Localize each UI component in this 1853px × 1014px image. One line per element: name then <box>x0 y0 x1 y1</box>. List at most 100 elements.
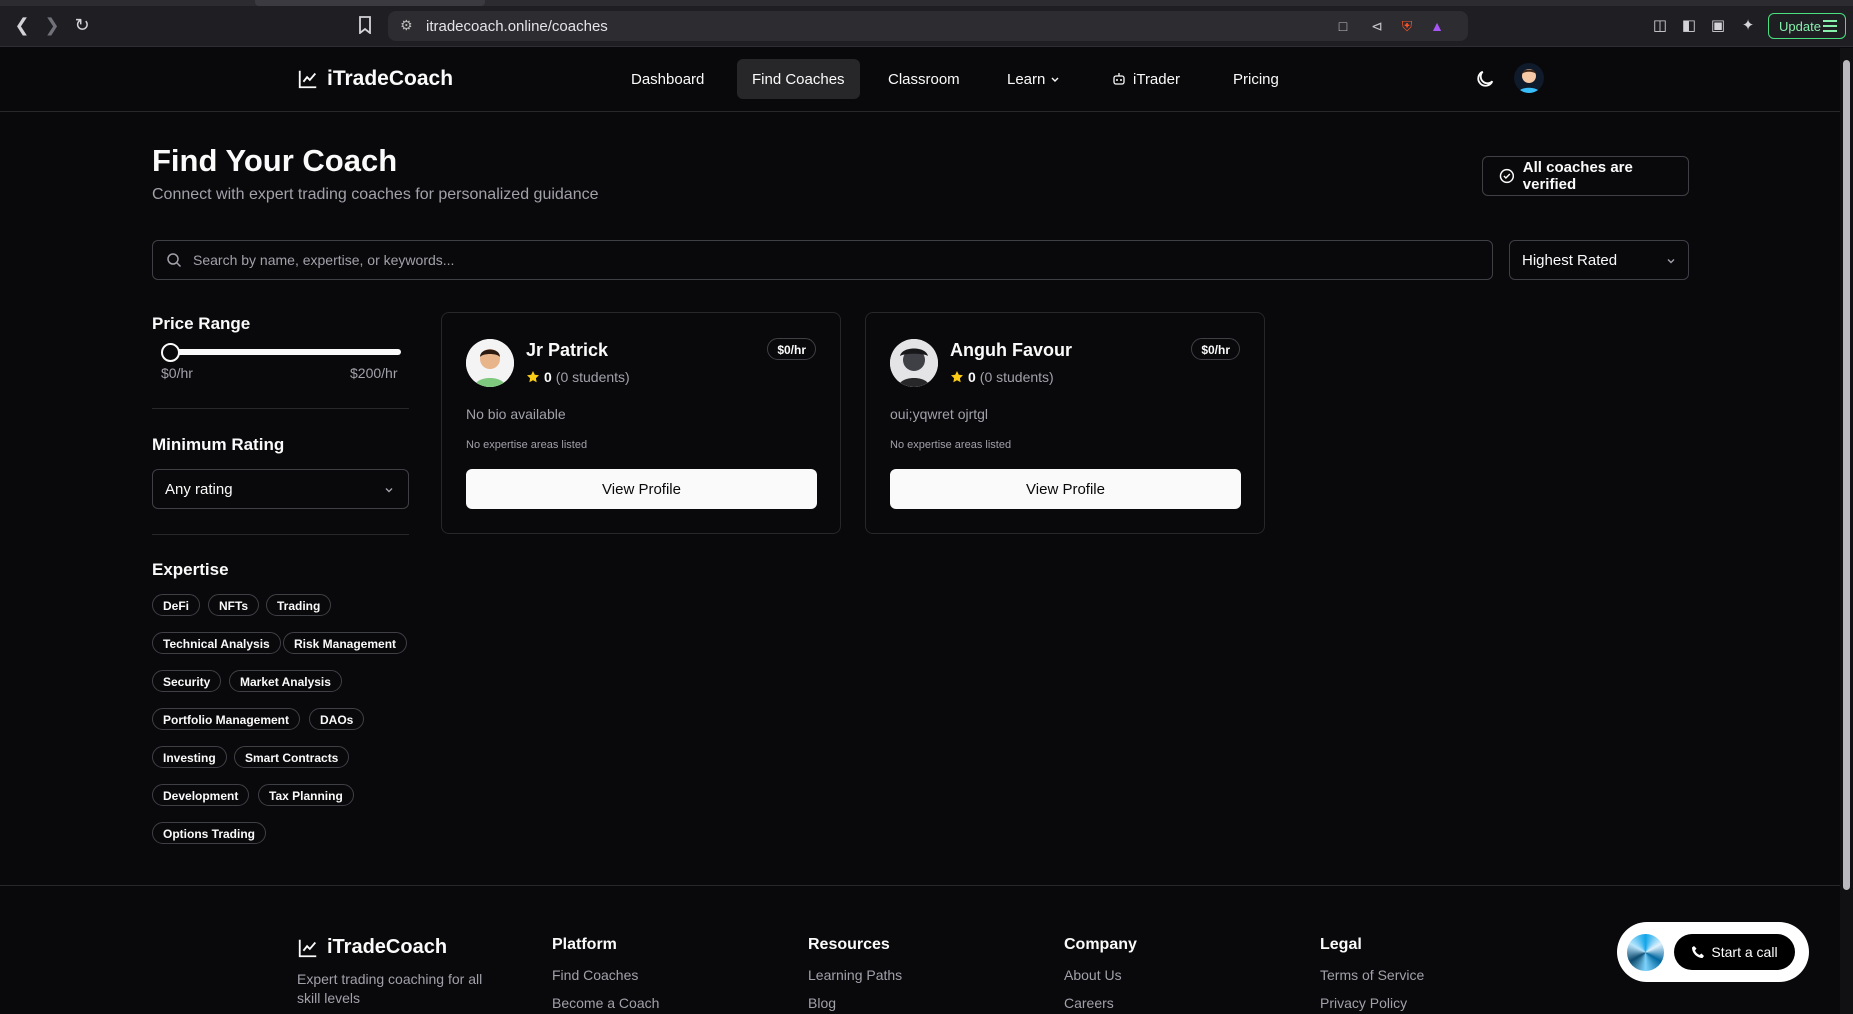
search-input[interactable] <box>193 249 1473 271</box>
check-circle-icon <box>1499 168 1515 184</box>
wallet-icon[interactable]: ▣ <box>1706 13 1730 37</box>
price-slider-thumb[interactable] <box>161 343 180 362</box>
footer-link[interactable]: About Us <box>1064 967 1122 983</box>
verified-badge-label: All coaches are verified <box>1522 159 1633 193</box>
rating-value: 0 <box>968 369 976 385</box>
call-widget: Start a call <box>1617 922 1809 982</box>
phone-icon <box>1692 946 1705 958</box>
sidebar-icon[interactable]: ◧ <box>1677 13 1701 37</box>
footer-link[interactable]: Learning Paths <box>808 967 902 983</box>
nav-find-coaches[interactable]: Find Coaches <box>737 59 860 99</box>
user-avatar[interactable] <box>1514 63 1544 93</box>
expertise-chip[interactable]: Options Trading <box>152 822 266 844</box>
divider <box>152 408 409 409</box>
coach-bio: No bio available <box>466 406 566 422</box>
start-call-button[interactable]: Start a call <box>1674 934 1795 970</box>
address-bar[interactable]: ⚙ itradecoach.online/coaches □ ⊲ ⛨ ▲ <box>388 11 1468 41</box>
extensions-icon[interactable]: ◫ <box>1648 13 1672 37</box>
chevron-down-icon <box>385 488 393 493</box>
view-profile-button[interactable]: View Profile <box>890 469 1241 509</box>
expertise-chip[interactable]: Development <box>152 784 250 806</box>
footer-link[interactable]: Find Coaches <box>552 967 638 983</box>
coach-expertise-note: No expertise areas listed <box>890 439 1012 451</box>
price-min-label: $0/hr <box>161 365 193 381</box>
nav-learn[interactable]: Learn <box>992 59 1075 99</box>
expertise-chip[interactable]: Risk Management <box>283 632 408 654</box>
sort-select-value: Highest Rated <box>1522 252 1618 269</box>
url-text: itradecoach.online/coaches <box>426 18 608 35</box>
site-header: iTradeCoach Dashboard Find Coaches Class… <box>0 48 1840 112</box>
sort-select[interactable]: Highest Rated <box>1509 240 1689 280</box>
expertise-chip[interactable]: DeFi <box>152 594 201 616</box>
page-scrollbar[interactable] <box>1840 48 1853 1014</box>
minimum-rating-heading: Minimum Rating <box>152 435 285 454</box>
footer-brand-name: iTradeCoach <box>327 936 448 958</box>
expertise-chip[interactable]: Trading <box>266 594 332 616</box>
expertise-chip[interactable]: Tax Planning <box>258 784 354 806</box>
update-button[interactable]: Update <box>1768 13 1846 39</box>
chart-line-icon <box>298 70 317 89</box>
search-box[interactable] <box>152 240 1493 280</box>
footer-link[interactable]: Terms of Service <box>1320 967 1424 983</box>
expertise-chip[interactable]: NFTs <box>208 594 260 616</box>
share-icon[interactable]: ⊲ <box>1368 17 1386 35</box>
view-profile-button[interactable]: View Profile <box>466 469 817 509</box>
expertise-heading: Expertise <box>152 560 229 579</box>
bookmark-icon[interactable] <box>353 13 377 37</box>
expertise-chip[interactable]: Technical Analysis <box>152 632 281 654</box>
divider <box>152 534 409 535</box>
footer-link[interactable]: Blog <box>808 995 836 1011</box>
nav-classroom[interactable]: Classroom <box>873 59 975 99</box>
moon-icon[interactable] <box>1474 68 1496 90</box>
leo-ai-icon[interactable]: ✦ <box>1736 13 1760 37</box>
coach-expertise-note: No expertise areas listed <box>466 439 588 451</box>
update-label: Update <box>1779 19 1821 34</box>
verified-badge: All coaches are verified <box>1482 156 1689 196</box>
active-tab[interactable] <box>255 0 485 6</box>
footer-brand-logo[interactable]: iTradeCoach <box>297 936 447 959</box>
price-range-slider[interactable] <box>163 349 401 355</box>
menu-icon <box>1823 20 1837 32</box>
site-footer: iTradeCoach Expert trading coaching for … <box>0 885 1840 1014</box>
reload-icon[interactable]: ↻ <box>70 13 94 37</box>
scrollbar-thumb[interactable] <box>1843 60 1850 890</box>
start-call-label: Start a call <box>1711 944 1778 960</box>
nav-pricing[interactable]: Pricing <box>1218 59 1294 99</box>
nav-itrader-label: iTrader <box>1133 70 1180 88</box>
forward-icon[interactable]: ❯ <box>40 13 64 37</box>
coach-rating: 0 (0 students) <box>950 369 1054 385</box>
nav-itrader[interactable]: iTrader <box>1097 59 1195 99</box>
price-max-label: $200/hr <box>350 365 398 381</box>
expertise-chip[interactable]: Smart Contracts <box>234 746 350 768</box>
expertise-chip[interactable]: Market Analysis <box>229 670 342 692</box>
voice-orb-icon[interactable] <box>1627 934 1664 971</box>
star-icon <box>527 371 539 383</box>
rating-select[interactable]: Any rating <box>152 469 409 509</box>
expertise-chip[interactable]: DAOs <box>309 708 365 730</box>
expertise-chip[interactable]: Portfolio Management <box>152 708 301 730</box>
coach-bio: oui;yqwret ojrtgl <box>890 406 989 422</box>
coach-avatar <box>466 339 514 387</box>
star-icon <box>951 371 963 383</box>
brave-shields-icon[interactable]: ⛨ <box>1398 17 1416 35</box>
footer-heading-resources: Resources <box>808 936 890 953</box>
coach-card: Jr Patrick $0/hr 0 (0 students) No bio a… <box>441 312 841 534</box>
footer-link[interactable]: Become a Coach <box>552 995 659 1011</box>
student-count: (0 students) <box>979 369 1054 385</box>
footer-link[interactable]: Careers <box>1064 995 1114 1011</box>
install-app-icon[interactable]: □ <box>1334 17 1352 35</box>
nav-dashboard[interactable]: Dashboard <box>616 59 719 99</box>
footer-link[interactable]: Privacy Policy <box>1320 995 1407 1011</box>
back-icon[interactable]: ❮ <box>10 13 34 37</box>
brand-logo[interactable]: iTradeCoach <box>297 67 453 91</box>
tab-strip <box>0 0 1853 6</box>
nav-learn-label: Learn <box>1007 70 1046 88</box>
expertise-chip[interactable]: Security <box>152 670 222 692</box>
hourly-rate-badge: $0/hr <box>767 338 816 360</box>
site-settings-icon[interactable]: ⚙ <box>400 17 416 33</box>
coach-name: Anguh Favour <box>950 340 1072 360</box>
brave-rewards-icon[interactable]: ▲ <box>1428 17 1446 35</box>
page-subtitle: Connect with expert trading coaches for … <box>152 186 599 203</box>
brand-name: iTradeCoach <box>327 67 454 90</box>
expertise-chip[interactable]: Investing <box>152 746 227 768</box>
